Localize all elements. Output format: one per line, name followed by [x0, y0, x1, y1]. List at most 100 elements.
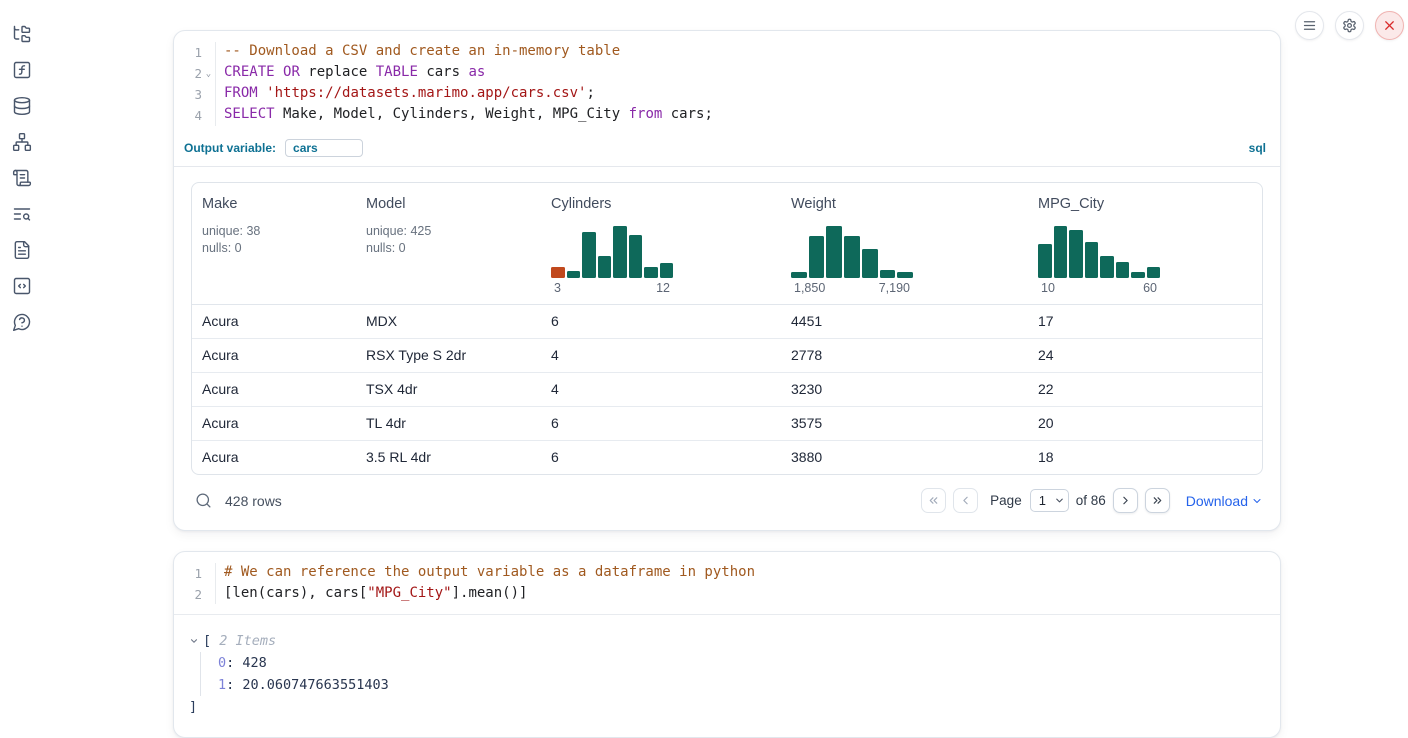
histogram-bar	[629, 235, 643, 278]
table-cell: 6	[541, 407, 781, 440]
column-histogram[interactable]: 3 12	[551, 226, 673, 295]
column-header-mpg_city[interactable]: MPG_City 1060	[1028, 196, 1262, 304]
histogram-bar	[567, 271, 581, 278]
column-header-model[interactable]: Modelunique: 425nulls: 0	[356, 196, 541, 304]
chevron-left-icon	[959, 494, 972, 507]
column-label: Make	[202, 196, 348, 212]
line-number: 3	[180, 84, 202, 105]
table-row[interactable]: AcuraTSX 4dr4323022	[192, 372, 1262, 406]
table-row[interactable]: AcuraTL 4dr6357520	[192, 406, 1262, 440]
table-cell: 3.5 RL 4dr	[356, 441, 541, 474]
search-icon	[195, 492, 212, 509]
column-header-make[interactable]: Make unique: 38nulls: 0	[192, 196, 356, 304]
table-row[interactable]: Acura3.5 RL 4dr6388018	[192, 440, 1262, 474]
document-icon	[12, 240, 32, 260]
sql-cell: 1 -- Download a CSV and create an in-memo…	[173, 30, 1281, 531]
python-cell: 1# We can reference the output variable …	[173, 551, 1281, 738]
table-header: Make unique: 38nulls: 0Modelunique: 425nu…	[192, 183, 1262, 305]
fold-spacer	[202, 42, 215, 63]
open-bracket: [	[203, 630, 211, 652]
table-cell: 3230	[781, 373, 1028, 406]
histogram-bar	[1085, 242, 1099, 278]
sidebar-documentation-button[interactable]	[8, 236, 36, 264]
python-cell-output: [ 2 Items0: 4281: 20.060747663551403]	[174, 614, 1280, 737]
histogram-bar	[880, 270, 896, 278]
sidebar-help-button[interactable]	[8, 308, 36, 336]
sidebar-variables-button[interactable]	[8, 56, 36, 84]
sidebar-snippets-button[interactable]	[8, 272, 36, 300]
prev-page-button[interactable]	[953, 488, 978, 513]
column-header-weight[interactable]: Weight1,8507,190	[781, 196, 1028, 304]
histogram-bar	[660, 263, 674, 278]
table-row[interactable]: AcuraRSX Type S 2dr4277824	[192, 338, 1262, 372]
histogram-min-label: 10	[1041, 281, 1055, 295]
chevron-down-icon	[189, 636, 199, 646]
sidebar-data-sources-button[interactable]	[8, 92, 36, 120]
output-variable-input[interactable]	[285, 139, 363, 157]
code-text: -- Download a CSV and create an in-memor…	[215, 42, 1270, 63]
histogram-bar	[1147, 267, 1161, 278]
sidebar-files-button[interactable]	[8, 20, 36, 48]
notebook-actions	[1295, 11, 1404, 40]
table-cell: 20	[1028, 407, 1262, 440]
page-select[interactable]: 1	[1030, 489, 1069, 512]
table-cell: 2778	[781, 339, 1028, 372]
notebook-menu-button[interactable]	[1295, 11, 1324, 40]
histogram-max-label: 7,190	[879, 281, 910, 295]
logs-search-icon	[12, 204, 32, 224]
row-count: 428 rows	[225, 493, 282, 509]
sidebar-scratchpad-button[interactable]	[8, 164, 36, 192]
histogram-max-label: 12	[656, 281, 670, 295]
first-page-button[interactable]	[921, 488, 946, 513]
item-key: 1	[218, 677, 226, 693]
column-stats: unique: 38nulls: 0	[202, 223, 348, 257]
python-code-editor[interactable]: 1# We can reference the output variable …	[174, 552, 1280, 614]
sidebar-dependency-graph-button[interactable]	[8, 128, 36, 156]
table-cell: 6	[541, 441, 781, 474]
histogram-min-label: 3	[554, 281, 561, 295]
settings-button[interactable]	[1335, 11, 1364, 40]
code-line: 1-- Download a CSV and create an in-memo…	[180, 42, 1270, 63]
table-cell: 3575	[781, 407, 1028, 440]
column-stats: unique: 425nulls: 0	[366, 223, 533, 257]
close-icon	[1382, 18, 1397, 33]
sql-cell-output: Make unique: 38nulls: 0Modelunique: 425nu…	[174, 167, 1280, 530]
histogram-bar	[644, 267, 658, 278]
table-cell: 17	[1028, 305, 1262, 338]
output-variable-label: Output variable:	[184, 141, 276, 155]
table-cell: Acura	[192, 339, 356, 372]
histogram-bar	[1069, 230, 1083, 278]
table-cell: 4	[541, 339, 781, 372]
gear-icon	[1342, 18, 1357, 33]
next-page-button[interactable]	[1113, 488, 1138, 513]
code-line: 4SELECT Make, Model, Cylinders, Weight, …	[180, 105, 1270, 126]
fold-spacer	[202, 563, 215, 584]
column-header-cylinders[interactable]: Cylinders312	[541, 196, 781, 304]
table-cell: 4	[541, 373, 781, 406]
table-cell: Acura	[192, 407, 356, 440]
shutdown-button[interactable]	[1375, 11, 1404, 40]
line-number: 4	[180, 105, 202, 126]
download-button[interactable]: Download	[1186, 493, 1263, 509]
sql-code-editor[interactable]: 1-- Download a CSV and create an in-memo…	[174, 31, 1280, 136]
table-row[interactable]: AcuraMDX6445117	[192, 305, 1262, 338]
fold-spacer	[202, 105, 215, 126]
table-search-button[interactable]	[195, 492, 212, 509]
code-text: FROM 'https://datasets.marimo.app/cars.c…	[215, 84, 1270, 105]
table-cell: TSX 4dr	[356, 373, 541, 406]
code-line: 2[len(cars), cars["MPG_City"].mean()]	[180, 584, 1270, 605]
column-label: MPG_City	[1038, 196, 1254, 212]
histogram-bar	[826, 226, 842, 278]
tree-collapse-toggle[interactable]	[189, 636, 203, 646]
histogram-bar	[1038, 244, 1052, 278]
sidebar-panel-switcher	[0, 0, 44, 729]
column-histogram[interactable]: 1,8507,190	[791, 226, 913, 295]
histogram-bar	[791, 272, 807, 278]
file-tree-icon	[12, 24, 32, 44]
fold-chevron-icon[interactable]: ⌄	[202, 63, 215, 85]
column-histogram[interactable]: 1060	[1038, 226, 1160, 295]
last-page-button[interactable]	[1145, 488, 1170, 513]
items-count-label: 2 Items	[211, 630, 276, 652]
sidebar-logs-button[interactable]	[8, 200, 36, 228]
tree-root: [ 2 Items	[189, 630, 1262, 652]
